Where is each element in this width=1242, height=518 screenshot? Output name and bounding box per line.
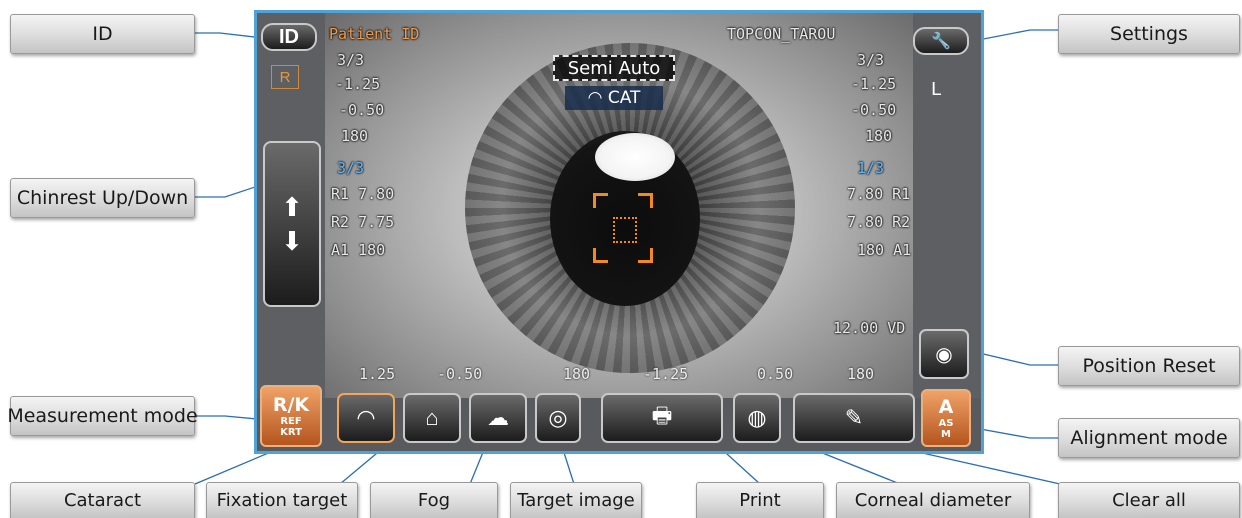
callout-print: Print: [696, 482, 824, 518]
summary-s-left: -1.25: [643, 365, 689, 383]
target-image-icon: ◎: [548, 405, 568, 430]
cataract-button[interactable]: ◠: [337, 393, 395, 443]
callout-clear-all: Clear all: [1058, 482, 1240, 518]
id-button[interactable]: ID: [261, 23, 317, 51]
callout-position-reset: Position Reset: [1058, 346, 1240, 386]
vd-label: VD: [887, 319, 906, 337]
r1-label-left: R1: [892, 185, 911, 203]
operator-label: TOPCON_TAROU: [727, 25, 836, 43]
patient-id-label: Patient ID: [329, 25, 420, 43]
r2-label-left: R2: [892, 213, 911, 231]
left-c-value: -0.50: [851, 101, 897, 119]
clear-all-button[interactable]: ✎: [793, 393, 915, 443]
left-krt-count: 1/3: [857, 159, 885, 177]
bottom-toolbar: ◠ ⌂ ☁ ◎ 🖶 ◍ ✎: [325, 385, 919, 451]
summary-s-right: 1.25: [359, 365, 396, 383]
right-krt-count: 3/3: [337, 159, 365, 177]
alignment-mode-sub1: AS: [938, 418, 954, 429]
wrench-icon: 🔧: [931, 33, 951, 50]
rk-sub2: KRT: [280, 427, 302, 438]
summary-row: 1.25 -0.50 180 -1.25 0.50 180: [337, 365, 907, 387]
chinrest-buttons[interactable]: ⬆ ⬇: [263, 141, 321, 307]
summary-a-right: 180: [563, 365, 591, 383]
position-reset-button[interactable]: ◉: [919, 329, 969, 379]
callout-corneal-diameter: Corneal diameter: [836, 482, 1030, 518]
left-s-value: -1.25: [851, 75, 897, 93]
right-s-value: -1.25: [335, 75, 381, 93]
printer-icon: 🖶: [651, 403, 673, 428]
chinrest-up-icon[interactable]: ⬆: [281, 194, 303, 220]
cat-label: CAT: [607, 88, 641, 108]
callout-settings: Settings: [1058, 14, 1240, 54]
rk-sub1: REF: [280, 416, 302, 427]
position-reset-icon: ◉: [935, 343, 953, 366]
callout-cataract: Cataract: [10, 482, 195, 518]
eye-badge: R: [271, 65, 299, 89]
alignment-mode-main: A: [938, 396, 954, 418]
current-eye-label: L: [931, 79, 942, 100]
summary-c-right: -0.50: [437, 365, 483, 383]
alignment-mode-sub2: M: [941, 429, 951, 440]
cataract-icon: ◠: [356, 405, 376, 430]
r1-label: R1: [331, 185, 350, 203]
eraser-icon: ✎: [844, 405, 864, 430]
alignment-target: [593, 193, 653, 263]
callout-target-image: Target image: [510, 482, 642, 518]
chinrest-down-icon[interactable]: ⬇: [281, 228, 303, 254]
callout-fixation-target: Fixation target: [206, 482, 358, 518]
corneal-reflex: [595, 133, 675, 181]
vd-value: 12.00: [833, 319, 879, 337]
measurement-type-label: Semi Auto: [553, 55, 675, 81]
fog-button[interactable]: ☁: [469, 393, 527, 443]
right-a-value: 180: [341, 127, 369, 145]
a1-label: A1: [331, 241, 350, 259]
r2-label: R2: [331, 213, 350, 231]
fixation-target-icon: ⌂: [425, 405, 439, 430]
target-image-button[interactable]: ◎: [535, 393, 581, 443]
device-screen: ID R ⬆ ⬇ 🔧 L ◉ A AS M Patient ID TOPCON_…: [254, 10, 984, 454]
left-a1-value: 180: [857, 241, 885, 259]
right-r1-value: 7.80: [358, 185, 395, 203]
left-a-value: 180: [865, 127, 893, 145]
left-sidebar: ID R ⬆ ⬇: [257, 13, 325, 398]
a1-label-left: A1: [893, 241, 912, 259]
right-c-value: -0.50: [339, 101, 385, 119]
callout-id: ID: [10, 14, 195, 54]
rk-main: R/K: [272, 394, 310, 416]
callout-alignment-mode: Alignment mode: [1058, 418, 1240, 458]
corneal-diameter-button[interactable]: ◍: [733, 393, 781, 443]
cat-indicator: ◠ CAT: [565, 86, 663, 110]
callout-chinrest: Chinrest Up/Down: [10, 178, 195, 218]
measurement-mode-button[interactable]: R/K REF KRT: [260, 385, 322, 447]
fixation-target-button[interactable]: ⌂: [403, 393, 461, 443]
left-ref-count: 3/3: [857, 51, 885, 69]
left-r1-value: 7.80: [847, 185, 884, 203]
right-ref-count: 3/3: [337, 51, 365, 69]
right-r2-value: 7.75: [358, 213, 395, 231]
print-button[interactable]: 🖶: [601, 393, 723, 443]
left-r2-value: 7.80: [847, 213, 884, 231]
cat-icon: ◠: [587, 88, 608, 108]
settings-button[interactable]: 🔧: [913, 27, 969, 55]
summary-a-left: 180: [847, 365, 875, 383]
alignment-mode-button[interactable]: A AS M: [921, 389, 971, 447]
corneal-diameter-icon: ◍: [747, 405, 767, 430]
fog-icon: ☁: [487, 405, 509, 430]
right-sidebar: 🔧 L ◉ A AS M: [913, 13, 981, 447]
callout-measurement-mode: Measurement mode: [7, 396, 198, 436]
callout-fog: Fog: [370, 482, 498, 518]
summary-c-left: 0.50: [757, 365, 794, 383]
right-a1-value: 180: [358, 241, 386, 259]
